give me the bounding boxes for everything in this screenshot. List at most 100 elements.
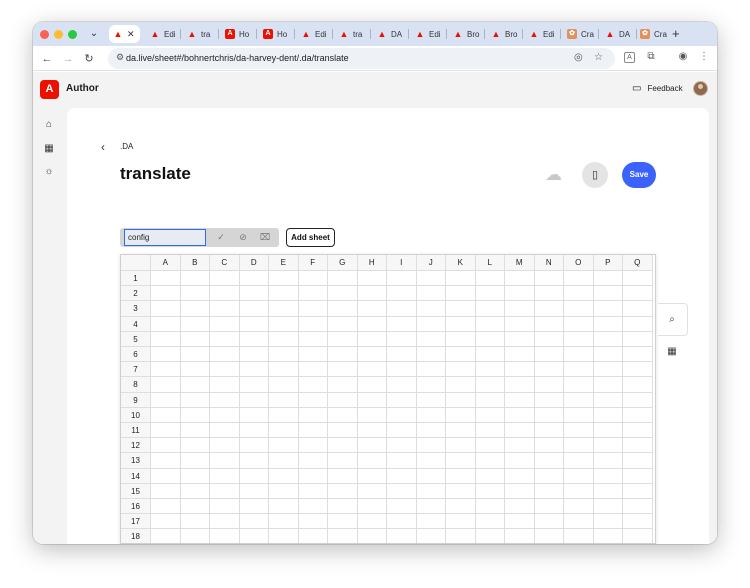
grid-cell[interactable] xyxy=(416,483,446,499)
grid-cell[interactable] xyxy=(623,316,653,332)
grid-cell[interactable] xyxy=(269,286,299,302)
home-icon[interactable]: ⌂ xyxy=(42,118,56,132)
grid-cell[interactable] xyxy=(269,453,299,469)
row-header[interactable]: 6 xyxy=(121,347,151,363)
grid-cell[interactable] xyxy=(151,331,181,347)
grid-cell[interactable] xyxy=(593,499,623,515)
document-button[interactable]: ▯ xyxy=(582,162,608,188)
grid-cell[interactable] xyxy=(269,362,299,378)
grid-cell[interactable] xyxy=(151,529,181,543)
grid-cell[interactable] xyxy=(534,407,564,423)
grid-cell[interactable] xyxy=(210,529,240,543)
cancel-icon[interactable]: ⊘ xyxy=(237,231,249,243)
column-header[interactable]: M xyxy=(505,255,535,271)
grid-cell[interactable] xyxy=(239,453,269,469)
grid-cell[interactable] xyxy=(328,331,358,347)
grid-cell[interactable] xyxy=(534,392,564,408)
grid-cell[interactable] xyxy=(534,483,564,499)
row-header[interactable]: 18 xyxy=(121,529,151,543)
url-text[interactable]: da.live/sheet#/bohnertchris/da-harvey-de… xyxy=(126,53,349,63)
grid-cell[interactable] xyxy=(357,453,387,469)
grid-cell[interactable] xyxy=(180,483,210,499)
grid-cell[interactable] xyxy=(181,529,210,543)
grid-cell[interactable] xyxy=(564,499,594,515)
grid-cell[interactable] xyxy=(475,362,505,378)
row-header[interactable]: 10 xyxy=(121,407,151,423)
row-header[interactable]: 12 xyxy=(121,438,151,454)
breadcrumb[interactable]: .DA xyxy=(120,142,133,151)
grid-cell[interactable] xyxy=(416,453,446,469)
grid-cell[interactable] xyxy=(593,483,623,499)
grid-cell[interactable] xyxy=(180,392,210,408)
grid-cell[interactable] xyxy=(151,377,181,393)
grid-cell[interactable] xyxy=(210,271,240,287)
grid-cell[interactable] xyxy=(239,468,269,484)
grid-cell[interactable] xyxy=(475,423,505,439)
browser-tab[interactable]: A Ho xyxy=(221,25,253,43)
bookmark-star-icon[interactable]: ☆ xyxy=(594,52,603,63)
column-header[interactable]: J xyxy=(416,255,446,271)
grid-cell[interactable] xyxy=(328,316,358,332)
grid-cell[interactable] xyxy=(210,468,240,484)
grid-cell[interactable] xyxy=(564,392,594,408)
grid-cell[interactable] xyxy=(298,316,328,332)
grid-cell[interactable] xyxy=(239,423,269,439)
back-arrow-icon[interactable]: ← xyxy=(39,51,55,67)
grid-cell[interactable] xyxy=(387,316,417,332)
grid-cell[interactable] xyxy=(564,407,594,423)
grid-cell[interactable] xyxy=(239,514,269,530)
grid-cell[interactable] xyxy=(623,301,653,317)
grid-cell[interactable] xyxy=(328,286,358,302)
grid-cell[interactable] xyxy=(298,362,328,378)
grid-cell[interactable] xyxy=(180,423,210,439)
grid-cell[interactable] xyxy=(534,438,564,454)
grid-cell[interactable] xyxy=(269,499,299,515)
row-header[interactable]: 11 xyxy=(121,423,151,439)
browser-tab[interactable]: ▲ tra xyxy=(335,25,367,43)
grid-cell[interactable] xyxy=(416,331,446,347)
minimize-window-button[interactable] xyxy=(54,30,63,39)
grid-cell[interactable] xyxy=(239,499,269,515)
grid-cell[interactable] xyxy=(357,301,387,317)
extension-icon[interactable]: A xyxy=(624,52,635,63)
grid-cell[interactable] xyxy=(151,407,181,423)
grid-cell[interactable] xyxy=(387,499,417,515)
grid-cell[interactable] xyxy=(269,316,299,332)
grid-cell[interactable] xyxy=(564,423,594,439)
grid-cell[interactable] xyxy=(269,301,299,317)
grid-cell[interactable] xyxy=(505,423,535,439)
grid-cell[interactable] xyxy=(534,514,564,530)
grid-cell[interactable] xyxy=(564,483,594,499)
column-header[interactable]: Q xyxy=(623,255,653,271)
grid-cell[interactable] xyxy=(475,392,505,408)
grid-cell[interactable] xyxy=(387,468,417,484)
grid-cell[interactable] xyxy=(357,362,387,378)
grid-cell[interactable] xyxy=(387,529,417,543)
grid-cell[interactable] xyxy=(239,407,269,423)
grid-cell[interactable] xyxy=(357,286,387,302)
grid-cell[interactable] xyxy=(240,529,269,543)
grid-cell[interactable] xyxy=(593,301,623,317)
grid-cell[interactable] xyxy=(328,362,358,378)
grid-cell[interactable] xyxy=(387,423,417,439)
row-header[interactable]: 8 xyxy=(121,377,151,393)
grid-cell[interactable] xyxy=(505,377,535,393)
grid-cell[interactable] xyxy=(269,438,299,454)
grid-cell[interactable] xyxy=(623,271,653,287)
grid-cell[interactable] xyxy=(210,453,240,469)
grid-cell[interactable] xyxy=(416,407,446,423)
grid-cell[interactable] xyxy=(534,331,564,347)
column-header[interactable]: O xyxy=(564,255,594,271)
column-header[interactable]: E xyxy=(269,255,299,271)
grid-cell[interactable] xyxy=(475,286,505,302)
grid-cell[interactable] xyxy=(151,438,181,454)
new-tab-button[interactable]: + xyxy=(672,25,680,43)
apps-icon[interactable]: ▦ xyxy=(42,142,56,156)
grid-cell[interactable] xyxy=(357,483,387,499)
grid-cell[interactable] xyxy=(357,499,387,515)
grid-cell[interactable] xyxy=(564,529,594,543)
grid-cell[interactable] xyxy=(446,331,476,347)
grid-cell[interactable] xyxy=(180,316,210,332)
grid-cell[interactable] xyxy=(475,514,505,530)
lightbulb-icon[interactable]: ☼ xyxy=(42,165,56,179)
